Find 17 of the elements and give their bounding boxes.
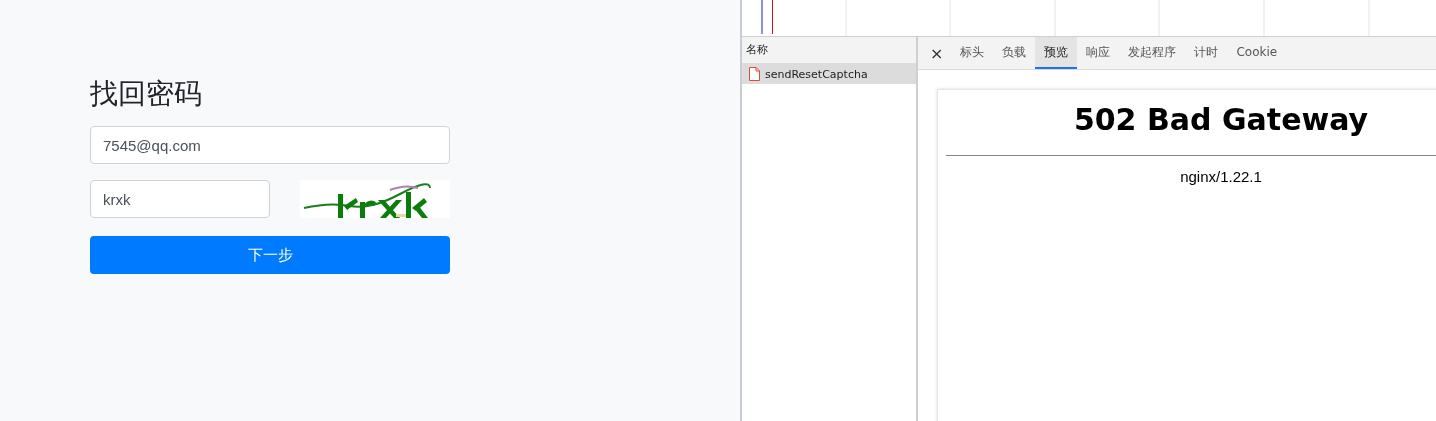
next-button[interactable]: 下一步 xyxy=(90,236,450,274)
tab[interactable]: 负载 xyxy=(993,37,1036,69)
column-header: 名称 xyxy=(742,37,916,64)
close-button[interactable]: × xyxy=(922,37,952,69)
error-heading: 502 Bad Gateway xyxy=(1072,102,1370,137)
request-item[interactable]: sendResetCaptcha xyxy=(742,64,916,84)
tab[interactable]: 计时 xyxy=(1185,37,1228,69)
tab[interactable]: Cookie xyxy=(1227,37,1287,69)
tab[interactable]: 发起程序 xyxy=(1119,37,1186,69)
email-field[interactable]: 7545@qq.com xyxy=(90,126,450,164)
tab[interactable]: 标头 xyxy=(951,37,994,69)
page-title: 找回密码 xyxy=(90,76,203,112)
tab[interactable]: 预览 xyxy=(1035,37,1078,69)
captcha-field[interactable]: krxk xyxy=(90,180,270,218)
document-icon xyxy=(749,67,760,81)
server-version: nginx/1.22.1 xyxy=(1179,168,1263,185)
tab[interactable]: 响应 xyxy=(1077,37,1120,69)
